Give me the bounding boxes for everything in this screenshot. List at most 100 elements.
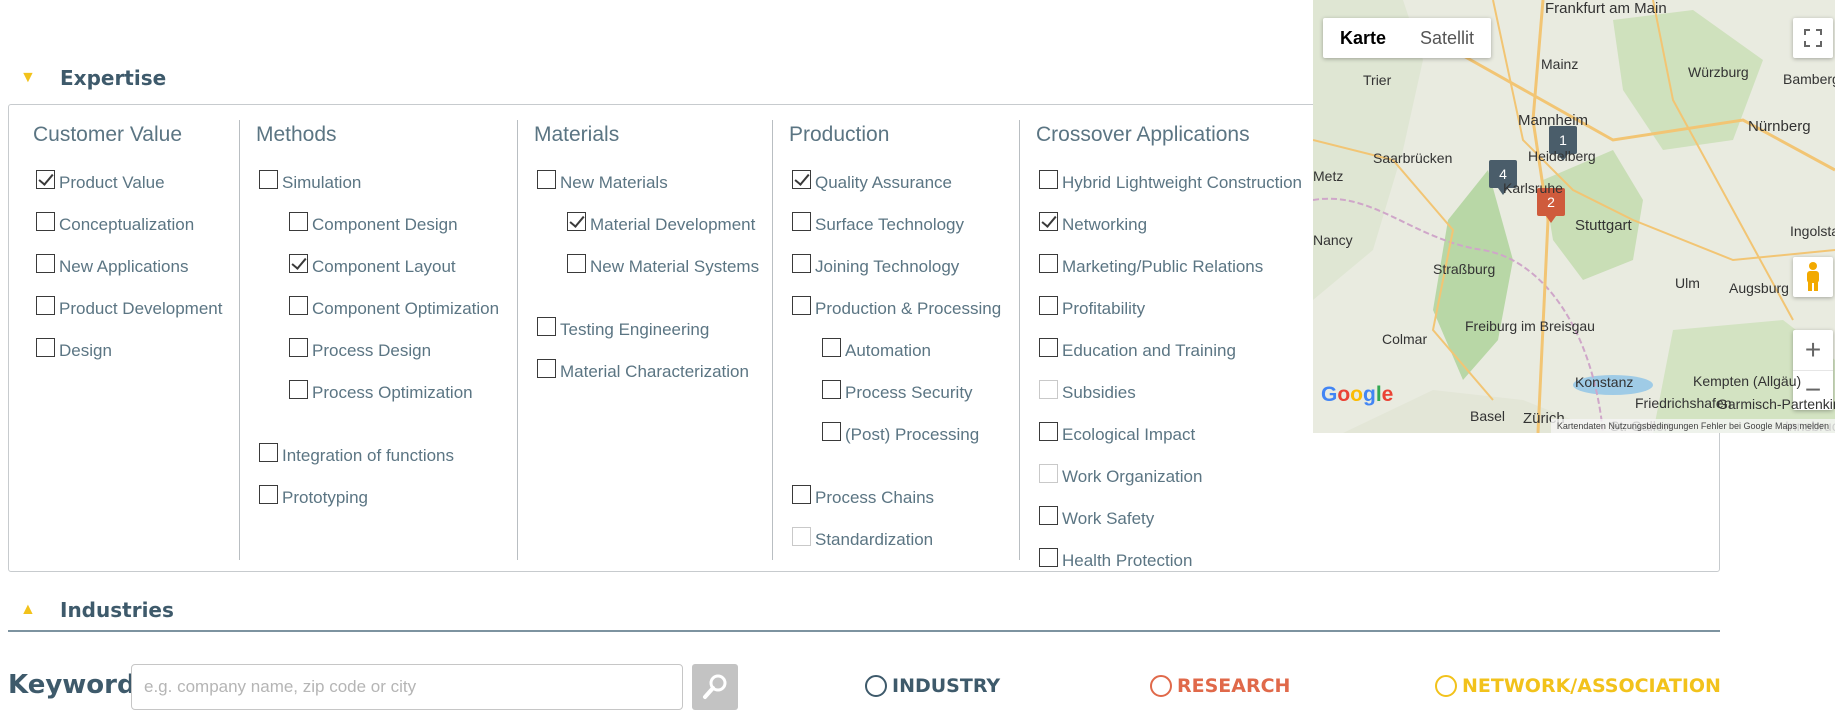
checkbox-label: Production & Processing: [815, 299, 1002, 318]
expertise-checkbox-item[interactable]: New Applications: [36, 249, 188, 277]
checkbox[interactable]: [567, 253, 586, 273]
expertise-checkbox-item[interactable]: Hybrid Lightweight Construction: [1039, 165, 1302, 193]
expertise-checkbox-item[interactable]: New Material Systems: [567, 249, 759, 277]
checkbox-label: Ecological Impact: [1062, 425, 1196, 444]
checkbox-label: Automation: [845, 341, 931, 360]
expertise-checkbox-item[interactable]: Material Characterization: [537, 354, 749, 382]
checkbox[interactable]: [259, 484, 278, 504]
map-city-label: Bamberg: [1783, 71, 1835, 87]
expertise-checkbox-item[interactable]: Education and Training: [1039, 333, 1236, 361]
zoom-in-button[interactable]: +: [1793, 330, 1833, 371]
map-city-label: Garmisch-Partenkirchen: [1717, 396, 1835, 412]
expertise-checkbox-item[interactable]: New Materials: [537, 165, 668, 193]
expertise-checkbox-item[interactable]: Surface Technology: [792, 207, 964, 235]
checkbox[interactable]: [36, 295, 55, 315]
expertise-checkbox-item: Standardization: [792, 522, 933, 550]
expertise-checkbox-item[interactable]: Product Development: [36, 291, 222, 319]
expertise-checkbox-item[interactable]: Ecological Impact: [1039, 417, 1195, 445]
expertise-checkbox-item[interactable]: Automation: [822, 333, 931, 361]
expertise-column: Customer Value Product Value Conceptualiza…: [25, 120, 225, 560]
checkbox[interactable]: [1039, 421, 1058, 441]
checkbox[interactable]: [36, 211, 55, 231]
expertise-checkbox-item[interactable]: Product Value: [36, 165, 165, 193]
map-city-label: Karlsruhe: [1503, 180, 1563, 196]
filter-industry[interactable]: INDUSTRY: [865, 675, 1000, 697]
map[interactable]: Karte Satellit + − 1 4 2 Frankfurt am Ma…: [1313, 0, 1835, 433]
expertise-checkbox-item[interactable]: Joining Technology: [792, 249, 959, 277]
checkbox[interactable]: [289, 379, 308, 399]
expertise-checkbox-item[interactable]: Testing Engineering: [537, 312, 709, 340]
expertise-checkbox-item[interactable]: Process Chains: [792, 480, 934, 508]
expertise-checkbox-item[interactable]: Component Layout: [289, 249, 456, 277]
street-view-button[interactable]: [1793, 257, 1833, 297]
checkbox[interactable]: [822, 421, 841, 441]
column-title: Customer Value: [33, 123, 183, 146]
map-attribution[interactable]: Kartendaten Nutzungsbedingungen Fehler b…: [1550, 419, 1835, 433]
checkbox[interactable]: [792, 295, 811, 315]
checkbox[interactable]: [537, 316, 556, 336]
expertise-checkbox-item[interactable]: Profitability: [1039, 291, 1145, 319]
map-type-karte[interactable]: Karte: [1323, 18, 1403, 58]
expertise-checkbox-item[interactable]: Component Optimization: [289, 291, 499, 319]
checkbox[interactable]: [1039, 295, 1058, 315]
checkbox[interactable]: [822, 379, 841, 399]
checkbox-label: Product Value: [59, 173, 165, 192]
map-city-label: Ingolstadt: [1790, 223, 1835, 239]
expertise-checkbox-item[interactable]: Production & Processing: [792, 291, 1001, 319]
expertise-checkbox-item[interactable]: Process Design: [289, 333, 431, 361]
expertise-column: Production Quality Assurance Surface Techn…: [772, 120, 1008, 560]
expertise-checkbox-item[interactable]: Integration of functions: [259, 438, 454, 466]
fullscreen-button[interactable]: [1793, 18, 1833, 58]
expertise-checkbox-item[interactable]: Design: [36, 333, 112, 361]
industries-header[interactable]: ▲ Industries: [0, 598, 174, 622]
checkbox[interactable]: [822, 337, 841, 357]
checkbox[interactable]: [1039, 505, 1058, 525]
checkbox[interactable]: [289, 295, 308, 315]
checkbox-checked[interactable]: [567, 211, 586, 231]
expertise-header[interactable]: ▼ Expertise: [0, 66, 166, 90]
expertise-checkbox-item[interactable]: Quality Assurance: [792, 165, 952, 193]
expertise-checkbox-item[interactable]: Material Development: [567, 207, 755, 235]
expertise-checkbox-item[interactable]: Prototyping: [259, 480, 368, 508]
expertise-checkbox-item[interactable]: Process Security: [822, 375, 973, 403]
map-type-satellit[interactable]: Satellit: [1403, 18, 1491, 58]
column-title: Methods: [256, 123, 337, 146]
expertise-checkbox-item[interactable]: Simulation: [259, 165, 361, 193]
checkbox-label: Process Chains: [815, 488, 935, 507]
checkbox[interactable]: [537, 358, 556, 378]
checkbox[interactable]: [1039, 337, 1058, 357]
expertise-checkbox-item[interactable]: Health Protection: [1039, 543, 1192, 571]
checkbox[interactable]: [289, 337, 308, 357]
filter-network-association[interactable]: NETWORK/ASSOCIATION: [1435, 675, 1721, 697]
checkbox[interactable]: [1039, 253, 1058, 273]
checkbox[interactable]: [36, 337, 55, 357]
checkbox[interactable]: [1039, 547, 1058, 567]
expertise-checkbox-item[interactable]: Process Optimization: [289, 375, 473, 403]
checkbox-checked[interactable]: [36, 169, 55, 189]
checkbox[interactable]: [36, 253, 55, 273]
checkbox-checked[interactable]: [1039, 211, 1058, 231]
checkbox-checked[interactable]: [792, 169, 811, 189]
filter-research[interactable]: RESEARCH: [1150, 675, 1290, 697]
checkbox[interactable]: [792, 484, 811, 504]
checkbox[interactable]: [792, 211, 811, 231]
expertise-checkbox-item[interactable]: (Post) Processing: [822, 417, 979, 445]
checkbox-label: Material Characterization: [560, 362, 749, 381]
keyword-input[interactable]: [131, 664, 683, 710]
expertise-title: Expertise: [60, 66, 167, 90]
checkbox[interactable]: [289, 211, 308, 231]
checkbox[interactable]: [259, 442, 278, 462]
checkbox[interactable]: [259, 169, 278, 189]
expertise-checkbox-item[interactable]: Work Safety: [1039, 501, 1154, 529]
checkbox[interactable]: [1039, 169, 1058, 189]
expertise-checkbox-item[interactable]: Conceptualization: [36, 207, 194, 235]
expertise-checkbox-item[interactable]: Component Design: [289, 207, 458, 235]
checkbox[interactable]: [537, 169, 556, 189]
checkbox-checked[interactable]: [289, 253, 308, 273]
checkbox-label: Product Development: [59, 299, 223, 318]
expertise-checkbox-item[interactable]: Networking: [1039, 207, 1147, 235]
checkbox-label: Design: [59, 341, 112, 360]
search-button[interactable]: [692, 664, 738, 710]
checkbox[interactable]: [792, 253, 811, 273]
expertise-checkbox-item[interactable]: Marketing/Public Relations: [1039, 249, 1263, 277]
